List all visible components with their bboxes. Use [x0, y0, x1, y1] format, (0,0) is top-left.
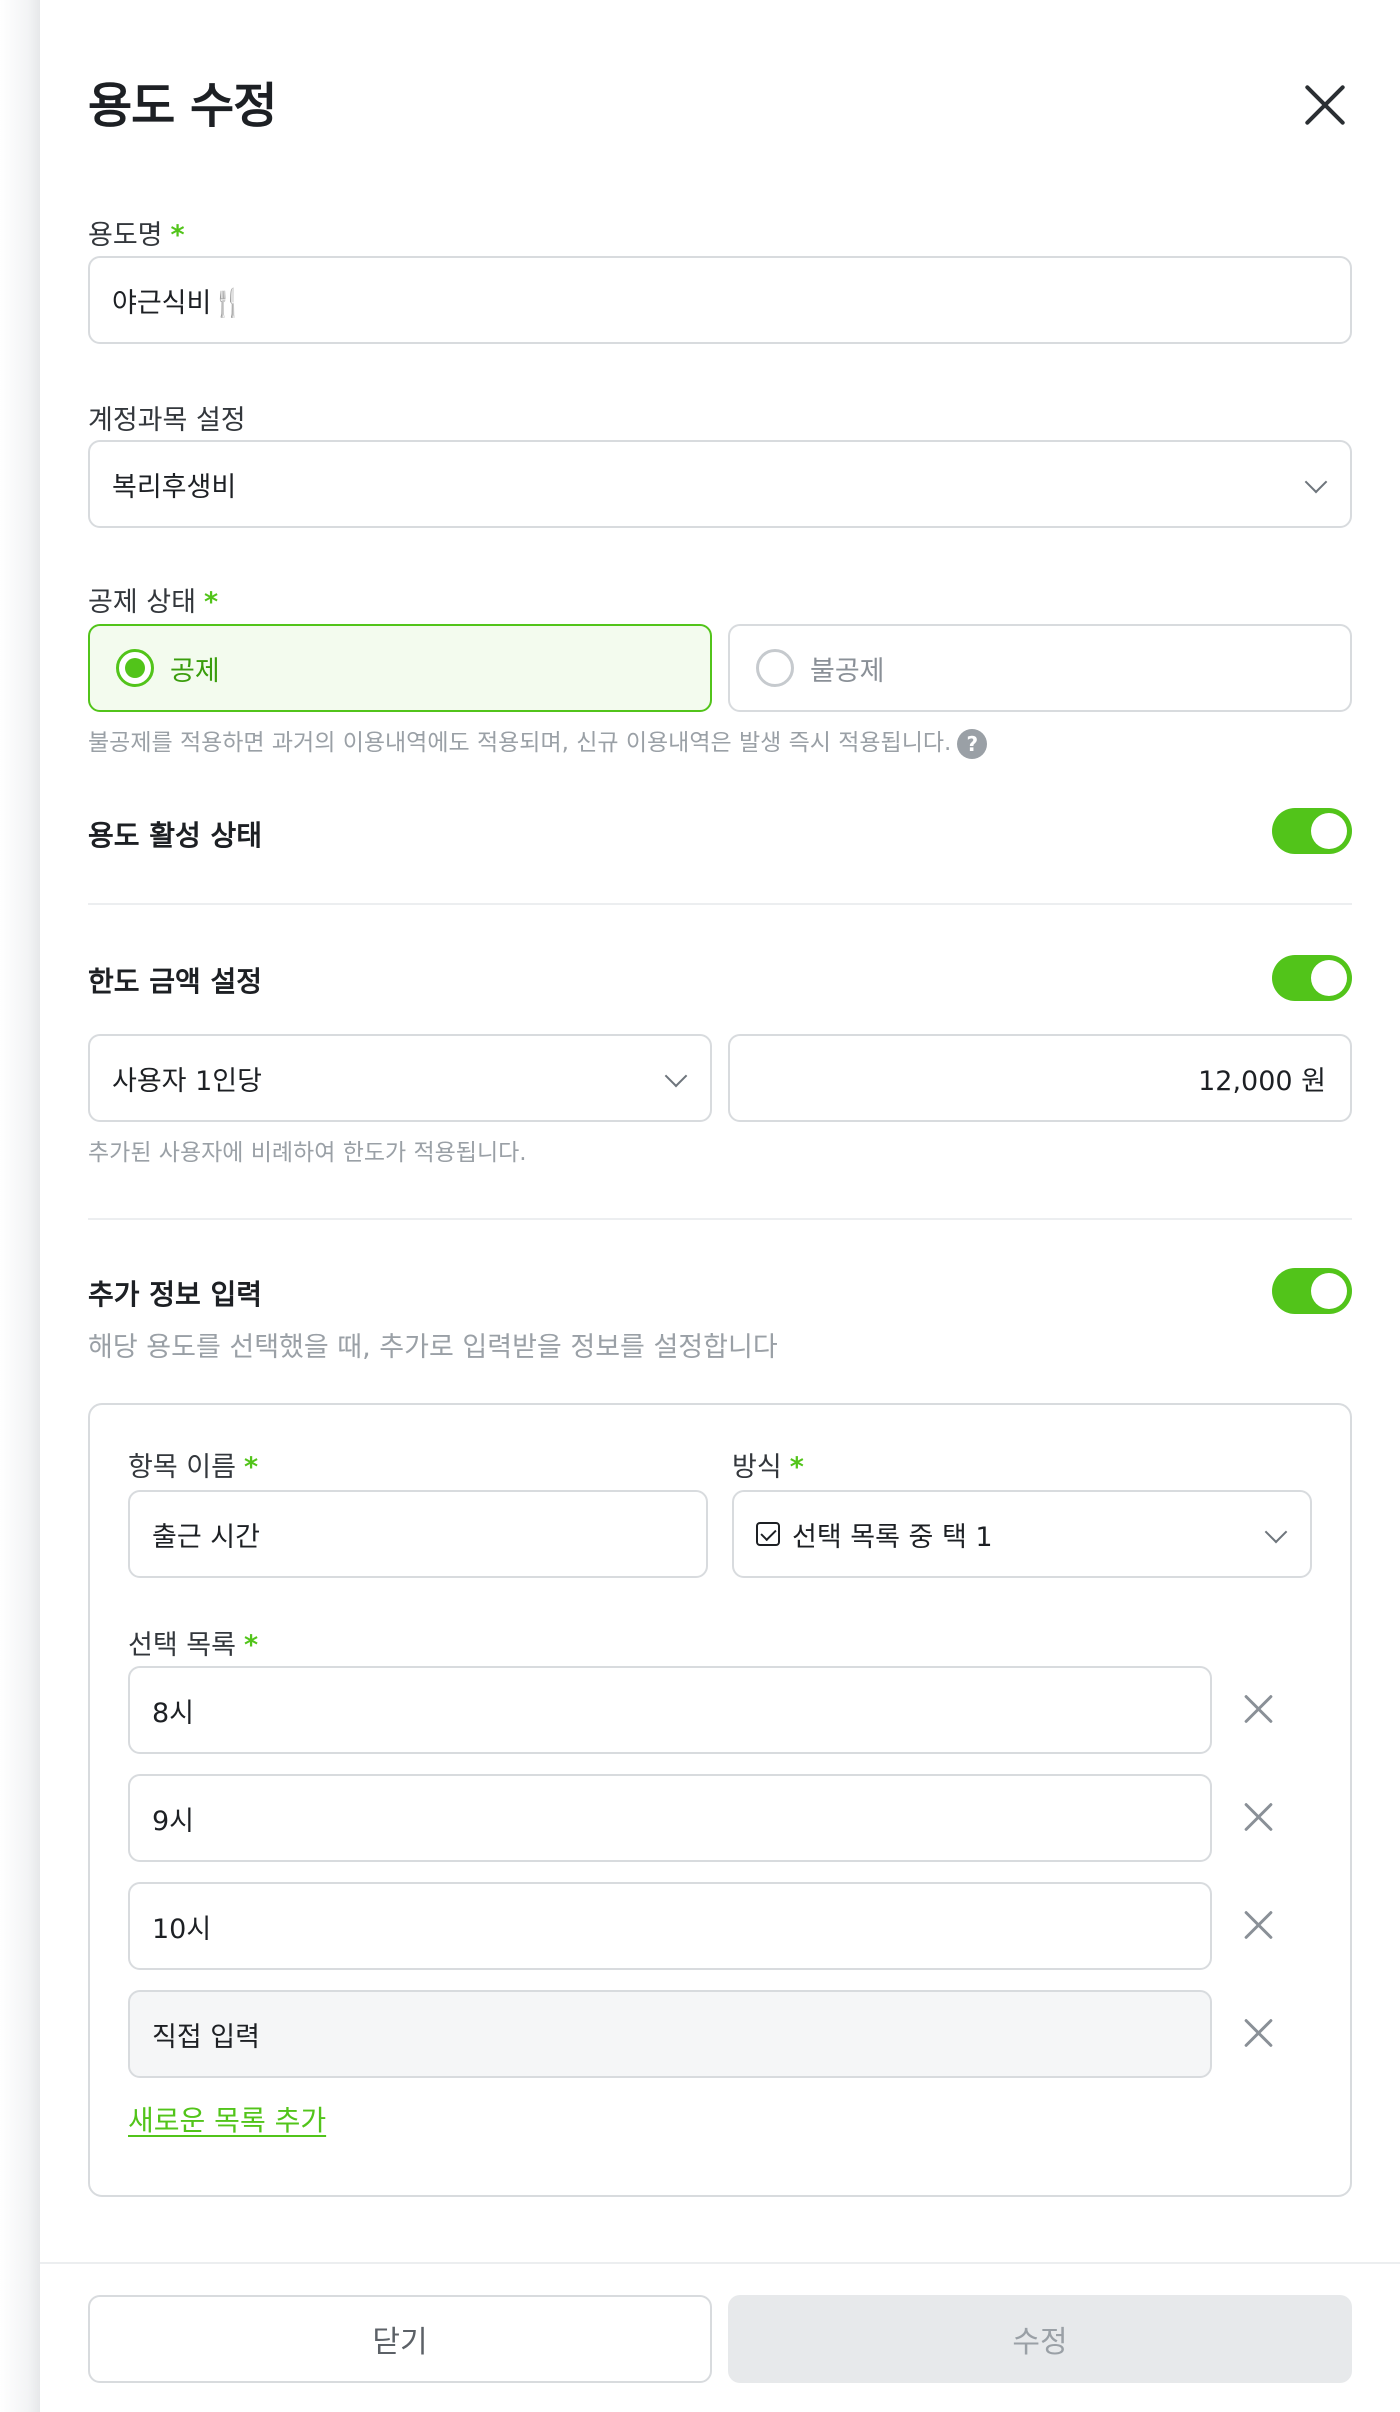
extra-info-card: 항목 이름 * 출근 시간 방식 * 선택 목록 중 택 1 선택 목록 * 8시 9… [88, 1403, 1352, 2197]
account-select[interactable]: 복리후생비 [88, 440, 1352, 528]
remove-choice-icon[interactable] [1239, 1798, 1279, 1838]
limit-hint: 추가된 사용자에 비례하여 한도가 적용됩니다. [88, 1140, 527, 1166]
method-select[interactable]: 선택 목록 중 택 1 [732, 1490, 1312, 1578]
active-status-toggle[interactable] [1272, 808, 1352, 854]
item-name-label: 항목 이름 * [128, 1452, 259, 1483]
edit-purpose-panel: 용도 수정 용도명 * 야근식비🍴 계정과목 설정 복리후생비 공제 상태 * 공제… [40, 0, 1400, 2412]
remove-choice-icon[interactable] [1239, 2014, 1279, 2054]
close-icon[interactable] [1302, 82, 1348, 128]
radio-checked-icon [116, 649, 154, 687]
required-mark: * [243, 1630, 259, 1661]
chevron-down-icon [1264, 1520, 1288, 1544]
required-mark: * [243, 1452, 259, 1483]
limit-amount-input[interactable]: 12,000 원 [728, 1034, 1352, 1122]
purpose-name-input[interactable]: 야근식비🍴 [88, 256, 1352, 344]
backdrop-shade [0, 0, 40, 2412]
choice-input[interactable]: 10시 [128, 1882, 1212, 1970]
close-button[interactable]: 닫기 [88, 2295, 712, 2383]
custom-input-choice[interactable]: 직접 입력 [128, 1990, 1212, 2078]
help-icon[interactable]: ? [957, 728, 988, 759]
choices-label: 선택 목록 * [128, 1630, 259, 1661]
required-mark: * [170, 220, 185, 251]
deduction-option-deduct[interactable]: 공제 [88, 624, 712, 712]
footer-divider [40, 2262, 1400, 2264]
choice-input[interactable]: 8시 [128, 1666, 1212, 1754]
purpose-name-label: 용도명 * [88, 220, 185, 251]
divider [88, 1218, 1352, 1220]
active-status-label: 용도 활성 상태 [88, 819, 263, 852]
checkbox-icon [756, 1522, 780, 1546]
chevron-down-icon [664, 1064, 688, 1088]
method-label: 방식 * [732, 1452, 804, 1483]
chevron-down-icon [1304, 470, 1328, 494]
divider [88, 903, 1352, 905]
radio-unchecked-icon [756, 649, 794, 687]
account-label: 계정과목 설정 [88, 405, 246, 436]
remove-choice-icon[interactable] [1239, 1906, 1279, 1946]
deduction-label: 공제 상태 * [88, 587, 219, 618]
remove-choice-icon[interactable] [1239, 1690, 1279, 1730]
choice-input[interactable]: 9시 [128, 1774, 1212, 1862]
required-mark: * [203, 587, 219, 618]
limit-basis-select[interactable]: 사용자 1인당 [88, 1034, 712, 1122]
page-title: 용도 수정 [88, 78, 277, 134]
limit-label: 한도 금액 설정 [88, 965, 263, 998]
deduction-hint: 불공제를 적용하면 과거의 이용내역에도 적용되며, 신규 이용내역은 발생 즉… [88, 723, 988, 759]
extra-info-toggle[interactable] [1272, 1268, 1352, 1314]
submit-button[interactable]: 수정 [728, 2295, 1352, 2383]
add-choice-link[interactable]: 새로운 목록 추가 [128, 2099, 326, 2139]
extra-info-desc: 해당 용도를 선택했을 때, 추가로 입력받을 정보를 설정합니다 [88, 1332, 778, 1363]
item-name-input[interactable]: 출근 시간 [128, 1490, 708, 1578]
limit-toggle[interactable] [1272, 955, 1352, 1001]
deduction-option-nondeduct[interactable]: 불공제 [728, 624, 1352, 712]
required-mark: * [789, 1452, 804, 1483]
extra-info-label: 추가 정보 입력 [88, 1278, 263, 1311]
